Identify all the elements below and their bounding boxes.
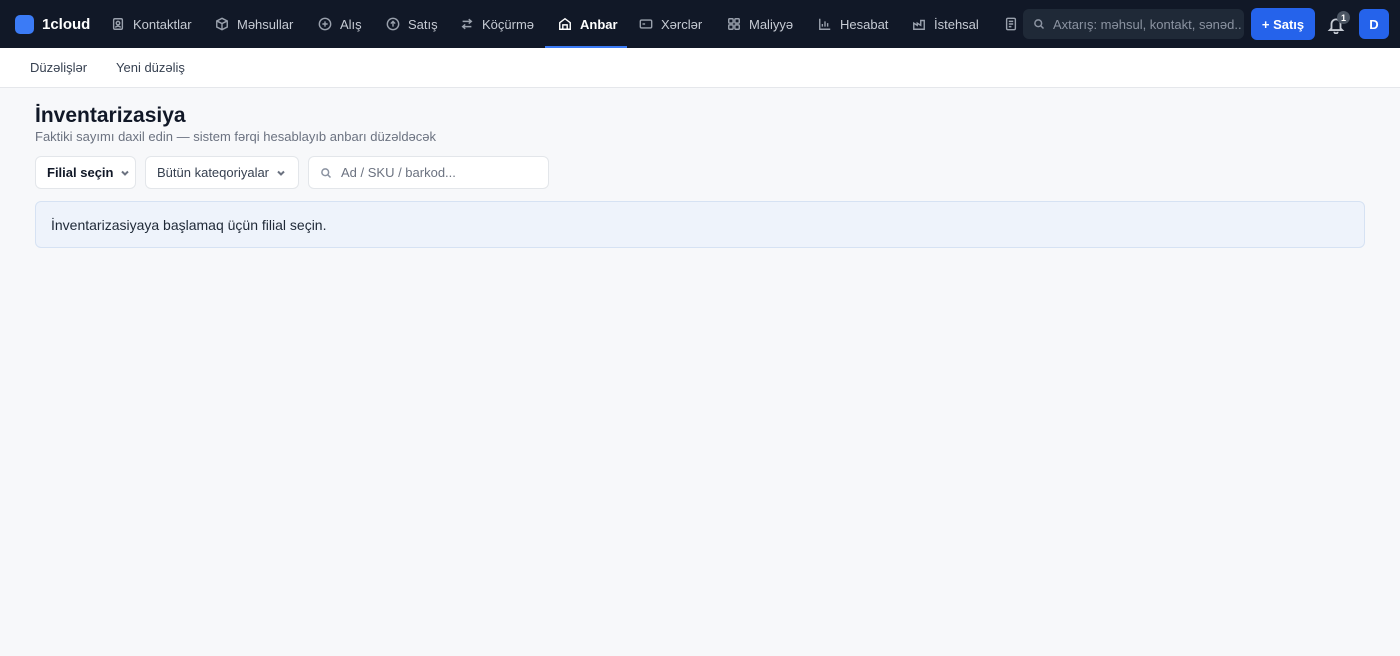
nav-item-hesabat[interactable]: Hesabat [818, 0, 888, 48]
global-search[interactable] [1023, 9, 1244, 39]
nav-item-label: Köçürmə [482, 16, 535, 32]
brand[interactable]: 1cloud [15, 13, 90, 35]
nav-item-xercler[interactable]: Xərclər [639, 0, 702, 48]
subnav-item-yeni-duzelis[interactable]: Yeni düzəliş [116, 48, 185, 87]
brand-logo-icon [15, 14, 34, 34]
box-icon [216, 17, 228, 31]
nav-item-label: İstehsal [934, 16, 979, 32]
subnav-item-duzelisler[interactable]: Düzəlişlər [30, 48, 87, 87]
nav-item-label: Maliyyə [749, 16, 794, 32]
brand-name: 1cloud [42, 15, 91, 33]
nav-item-kocurme[interactable]: Köçürmə [460, 0, 534, 48]
nav-item-anbar[interactable]: Anbar [558, 0, 618, 48]
page-subtitle: Faktiki sayımı daxil edin — sistem fərqi… [35, 129, 437, 144]
nav-item-label: Xərclər [661, 16, 703, 32]
nav-item-label: Anbar [580, 16, 618, 32]
nav-item-label: Hesabat [840, 16, 889, 32]
item-search-input[interactable] [341, 165, 541, 180]
info-notice-text: İnventarizasiyaya başlamaq üçün filial s… [51, 216, 327, 233]
chevron-down-icon [277, 170, 285, 176]
warehouse-icon [559, 17, 571, 30]
info-notice: İnventarizasiyaya başlamaq üçün filial s… [35, 201, 1365, 248]
nav-item-label: Alış [340, 16, 362, 32]
search-icon [321, 167, 332, 178]
global-search-input[interactable] [1053, 16, 1241, 32]
chevron-down-icon [121, 170, 130, 176]
contacts-icon [112, 18, 124, 30]
grid-icon [728, 18, 740, 30]
arrow-up-circle-icon [386, 17, 400, 31]
nav-item-label: Satış [408, 16, 438, 32]
new-sale-button[interactable]: + Satış [1251, 8, 1315, 40]
nav-item-kontaktlar[interactable]: Kontaktlar [111, 0, 192, 48]
nav-item-istehsal[interactable]: İstehsal [912, 0, 979, 48]
document-icon [1005, 17, 1017, 31]
search-icon [1034, 19, 1045, 30]
branch-select-value: Filial seçin [47, 165, 114, 180]
user-avatar[interactable]: D [1359, 9, 1389, 39]
plus-circle-icon [318, 17, 332, 31]
category-select-value: Bütün kateqoriyalar [157, 165, 270, 180]
sub-navbar: Düzəlişlər Yeni düzəliş [0, 48, 1400, 88]
branch-select[interactable]: Filial seçin [35, 156, 136, 189]
nav-item-label: Məhsullar [237, 16, 294, 32]
bar-chart-icon [819, 18, 831, 30]
factory-icon [913, 19, 925, 30]
transfer-icon [461, 18, 473, 30]
category-select[interactable]: Bütün kateqoriyalar [145, 156, 299, 189]
nav-item-label: Kontaktlar [133, 16, 192, 32]
nav-item-maliyye[interactable]: Maliyyə [727, 0, 793, 48]
top-navbar: 1cloud Kontaktlar Məhsullar Alış Satış K… [0, 0, 1400, 48]
item-search[interactable] [308, 156, 549, 189]
nav-item-mehsullar[interactable]: Məhsullar [215, 0, 293, 48]
nav-item-satis[interactable]: Satış [386, 0, 438, 48]
wallet-icon [639, 19, 653, 29]
nav-item-alis[interactable]: Alış [318, 0, 362, 48]
notification-count-badge: 1 [1337, 11, 1350, 24]
page-title: İnventarizasiya [35, 104, 186, 127]
